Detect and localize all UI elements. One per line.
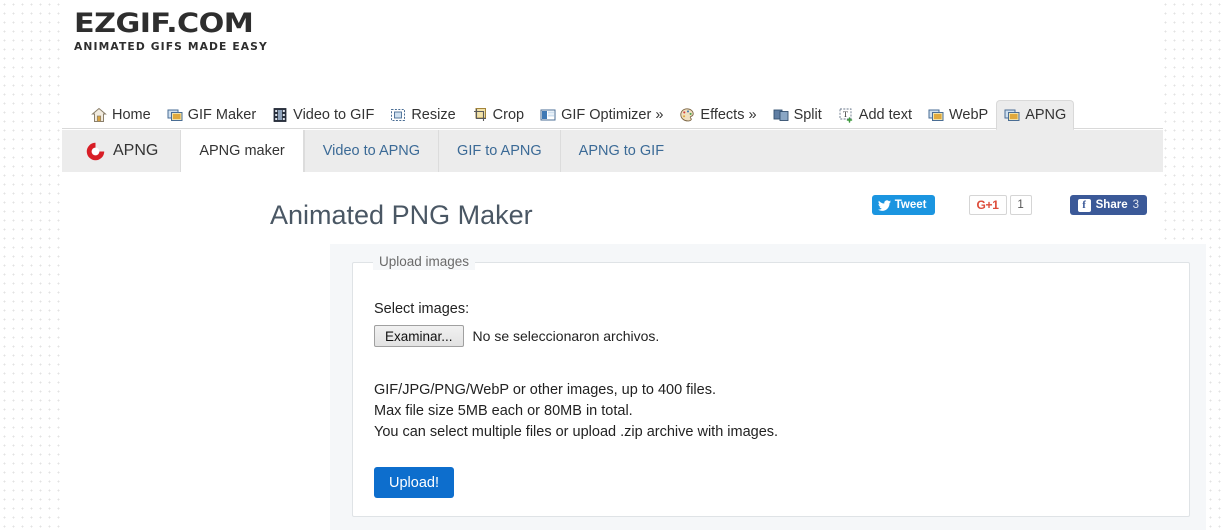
logo-wordmark: EZGIF.COM [74, 8, 254, 39]
page-header: Animated PNG Maker Tweet G+1 1 f Share 3 [268, 172, 1163, 244]
google-plus-group: G+1 1 [968, 195, 1032, 215]
main-content: Animated PNG Maker Tweet G+1 1 f Share 3… [268, 172, 1206, 530]
nav-item-gif-optimizer[interactable]: GIF Optimizer » [532, 100, 671, 129]
upload-form: Select images: Examinar... No se selecci… [374, 300, 1177, 498]
nav-item-label: Home [112, 107, 151, 123]
browse-button[interactable]: Examinar... [374, 325, 464, 347]
subtab-apng-maker[interactable]: APNG maker [180, 130, 304, 172]
nav-item-effects[interactable]: Effects » [671, 100, 764, 129]
svg-text:T: T [843, 109, 849, 119]
nav-item-video-to-gif[interactable]: Video to GIF [264, 100, 382, 129]
main-navigation: Home GIF Maker Video to GIF Resize Crop GIF O… [62, 98, 1163, 130]
nav-item-label: Video to GIF [293, 107, 375, 123]
google-plus-count[interactable]: 1 [1009, 195, 1032, 215]
home-icon [91, 107, 107, 122]
google-plus-button[interactable]: G+1 [968, 195, 1007, 215]
google-plus-label: G+1 [976, 198, 999, 212]
upload-legend: Upload images [373, 254, 476, 270]
nav-item-label: GIF Maker [187, 107, 257, 123]
nav-item-home[interactable]: Home [83, 100, 159, 129]
sub-navigation: APNG APNG maker Video to APNG GIF to APNG A… [62, 130, 1163, 172]
nav-item-split[interactable]: Split [765, 100, 830, 129]
add-text-icon: T [839, 108, 853, 123]
nav-item-gif-maker[interactable]: GIF Maker [159, 100, 264, 129]
nav-item-label: Crop [492, 107, 525, 123]
share-count: 3 [1132, 199, 1139, 211]
nav-item-label: WebP [948, 107, 989, 123]
upload-fieldset: Upload images Select images: Examinar...… [352, 254, 1190, 517]
upload-help-text: GIF/JPG/PNG/WebP or other images, up to … [374, 380, 1177, 443]
site-logo[interactable]: EZGIF.COM ANIMATED GIFS MADE EASY [74, 10, 324, 58]
effects-icon [680, 108, 695, 122]
apng-icon [1004, 109, 1020, 121]
social-share-bar: Tweet G+1 1 f Share 3 [871, 194, 1147, 216]
tweet-button[interactable]: Tweet [871, 195, 935, 215]
help-line-multiple: You can select multiple files or upload … [374, 424, 779, 440]
facebook-icon: f [1077, 198, 1091, 212]
file-selection-status: No se seleccionaron archivos. [472, 328, 660, 344]
nav-item-add-text[interactable]: T Add text [830, 100, 920, 129]
subtab-apng-to-gif[interactable]: APNG to GIF [559, 130, 682, 172]
nav-item-webp[interactable]: WebP [920, 100, 996, 129]
nav-item-crop[interactable]: Crop [464, 100, 532, 129]
share-label: Share [1095, 199, 1128, 211]
nav-item-label: Effects » [700, 107, 757, 123]
gif-maker-icon [167, 109, 183, 121]
optimizer-icon [540, 109, 556, 121]
upload-submit-button[interactable]: Upload! [374, 467, 454, 498]
logo-tagline: ANIMATED GIFS MADE EASY [74, 41, 268, 53]
facebook-share-button[interactable]: f Share 3 [1069, 195, 1147, 215]
subnav-brand-label: APNG [113, 142, 159, 159]
subtab-video-to-apng[interactable]: Video to APNG [303, 130, 438, 172]
twitter-bird-icon [877, 199, 891, 211]
split-icon [773, 109, 789, 121]
nav-item-resize[interactable]: Resize [382, 100, 463, 129]
nav-item-apng[interactable]: APNG [996, 100, 1075, 130]
nav-item-label: Split [793, 107, 822, 123]
upload-panel: Upload images Select images: Examinar...… [330, 244, 1206, 530]
nav-item-label: APNG [1025, 107, 1067, 123]
video-icon [273, 108, 287, 122]
select-images-label: Select images: [374, 301, 470, 317]
apng-logo-icon [86, 142, 105, 160]
nav-item-label: Resize [411, 107, 456, 123]
subtab-gif-to-apng[interactable]: GIF to APNG [438, 130, 560, 172]
help-line-formats: GIF/JPG/PNG/WebP or other images, up to … [374, 382, 716, 398]
file-input-row: Examinar... No se seleccionaron archivos… [374, 325, 1177, 347]
crop-icon [473, 108, 486, 121]
resize-icon [391, 109, 406, 121]
tweet-label: Tweet [894, 199, 927, 211]
subnav-brand: APNG [68, 130, 180, 172]
nav-item-label: Add text [858, 107, 912, 123]
webp-icon [928, 109, 944, 121]
page-title: Animated PNG Maker [270, 200, 533, 230]
page-column: EZGIF.COM ANIMATED GIFS MADE EASY Home GI… [62, 0, 1206, 530]
help-line-size: Max file size 5MB each or 80MB in total. [374, 403, 633, 419]
nav-item-label: GIF Optimizer » [561, 107, 664, 123]
